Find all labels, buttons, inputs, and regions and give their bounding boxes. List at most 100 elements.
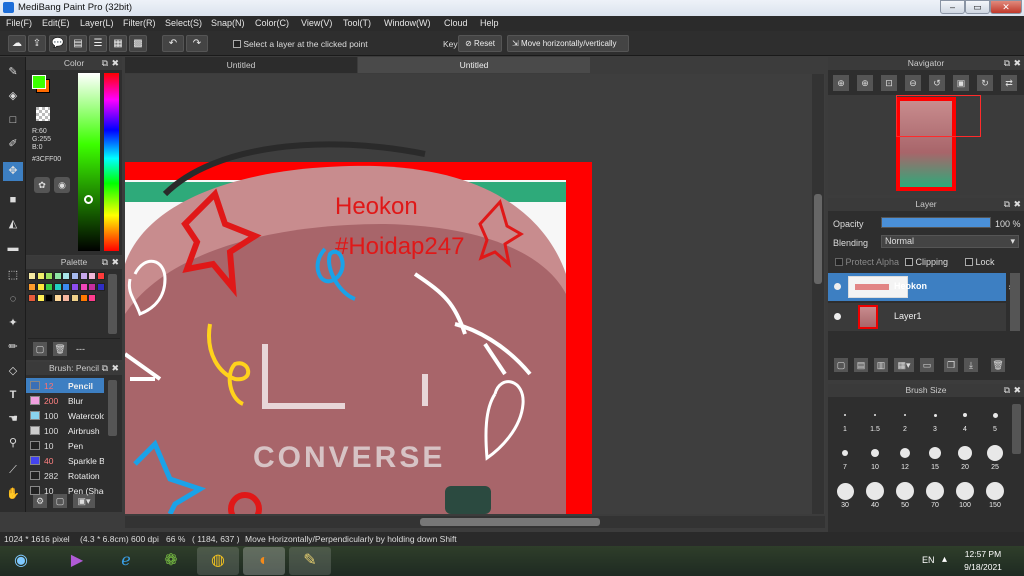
menu-file[interactable]: File(F) — [6, 18, 32, 28]
horizontal-scroll-thumb[interactable] — [420, 518, 600, 526]
brush-size-option[interactable]: 12 — [890, 442, 920, 471]
popout-icon[interactable]: ⧉ — [102, 256, 108, 269]
menu-tool[interactable]: Tool(T) — [343, 18, 371, 28]
palette-swatch[interactable] — [71, 294, 79, 302]
brush-item[interactable]: 12 Pencil — [26, 378, 104, 393]
menu-filter[interactable]: Filter(R) — [123, 18, 156, 28]
popout-icon[interactable]: ⧉ — [102, 362, 108, 375]
text-tool-icon[interactable]: T — [3, 386, 23, 405]
merge-down-icon[interactable]: ⤓ — [964, 358, 978, 372]
transparent-swatch[interactable] — [36, 107, 50, 121]
menu-view[interactable]: View(V) — [301, 18, 332, 28]
document-icon[interactable]: ☰ — [89, 35, 107, 52]
palette-swatch[interactable] — [88, 272, 97, 280]
zoom-in-icon[interactable]: ⊕ — [833, 75, 849, 91]
fullscreen-icon[interactable]: ▣ — [953, 75, 969, 91]
palette-swatch[interactable] — [45, 294, 54, 302]
palette-swatch[interactable] — [45, 283, 54, 291]
select-rect-tool-icon[interactable]: ⬚ — [3, 266, 23, 285]
lasso-tool-icon[interactable]: ◌ — [3, 290, 23, 309]
chrome-icon[interactable]: ◍ — [197, 547, 239, 575]
menu-snap[interactable]: Snap(N) — [211, 18, 245, 28]
new-layer-icon[interactable]: ▢ — [834, 358, 848, 372]
brush-item[interactable]: 10 Pen (Shading) — [26, 483, 104, 498]
palette-swatch[interactable] — [28, 283, 36, 291]
blending-select[interactable]: Normal ▾ — [881, 235, 1019, 248]
brush-size-option[interactable]: 10 — [860, 442, 890, 471]
close-icon[interactable]: ✖ — [1013, 384, 1021, 397]
palette-swatch[interactable] — [53, 294, 62, 302]
cloud-icon[interactable]: ☁ — [8, 35, 26, 52]
brush-item[interactable]: 282 Rotation — [26, 468, 104, 483]
layer-row-layer1[interactable]: Layer1 — [828, 303, 1006, 331]
brush-item[interactable]: 10 Pen — [26, 438, 104, 453]
popout-icon[interactable]: ⧉ — [1004, 198, 1010, 211]
zoom-out-icon[interactable]: ⊖ — [905, 75, 921, 91]
brush-size-option[interactable]: 7 — [830, 442, 860, 471]
pen-tool-icon[interactable]: ✐ — [3, 135, 23, 154]
brush-size-option[interactable]: 1.5 — [860, 404, 890, 433]
rectangle-tool-icon[interactable]: □ — [3, 111, 23, 130]
checkbox-icon[interactable] — [835, 258, 843, 266]
palette-swatch[interactable] — [88, 294, 97, 302]
palette-scrollbar[interactable] — [108, 274, 117, 334]
menu-layer[interactable]: Layer(L) — [80, 18, 114, 28]
navigator-viewport[interactable] — [896, 95, 981, 137]
brush-size-scrollbar[interactable] — [1012, 404, 1021, 454]
layer-scrollbar[interactable] — [1010, 273, 1020, 331]
brush-size-option[interactable]: 3 — [920, 404, 950, 433]
brush-scrollbar[interactable] — [108, 380, 117, 436]
palette-swatch[interactable] — [62, 272, 71, 280]
brush-size-option[interactable]: 5 — [980, 404, 1010, 433]
grid-list-icon[interactable]: ▦ — [109, 35, 127, 52]
brightness-bar[interactable] — [78, 73, 100, 251]
protect-alpha-checkbox[interactable]: Protect Alpha — [835, 257, 899, 267]
trash-icon[interactable]: 🗑 — [53, 342, 67, 356]
menu-window[interactable]: Window(W) — [384, 18, 431, 28]
move-tool-icon[interactable]: ✥ — [3, 162, 23, 181]
opacity-slider[interactable] — [881, 217, 991, 228]
rotate-right-icon[interactable]: ↻ — [977, 75, 993, 91]
comment-icon[interactable]: 💬 — [49, 35, 67, 52]
redo-icon[interactable]: ↷ — [186, 35, 208, 52]
duplicate-icon[interactable]: ❐ — [944, 358, 958, 372]
palette-swatch[interactable] — [28, 272, 36, 280]
hue-bar[interactable] — [104, 73, 119, 251]
paint-icon[interactable]: ✎ — [289, 547, 331, 575]
menu-help[interactable]: Help — [480, 18, 499, 28]
folder-icon[interactable]: ▭ — [920, 358, 934, 372]
palette-more[interactable]: --- — [76, 344, 85, 354]
popout-icon[interactable]: ⧉ — [1004, 57, 1010, 70]
palette-swatch[interactable] — [71, 283, 79, 291]
brush-size-option[interactable]: 25 — [980, 442, 1010, 471]
palette-swatch[interactable] — [53, 283, 62, 291]
brush-item[interactable]: 200 Blur — [26, 393, 104, 408]
vertical-scrollbar[interactable] — [812, 74, 824, 514]
tab-untitled-1[interactable]: Untitled — [125, 57, 357, 73]
palette-icon[interactable]: ✿ — [34, 177, 50, 193]
zoom-in-alt-icon[interactable]: ⊕ — [857, 75, 873, 91]
close-icon[interactable]: ✖ — [111, 362, 119, 375]
brush-size-option[interactable]: 1 — [830, 404, 860, 433]
visibility-icon[interactable] — [834, 313, 841, 320]
bucket-tool-icon[interactable]: ◭ — [3, 215, 23, 234]
internet-explorer-icon[interactable]: ℯ — [105, 547, 147, 575]
close-icon[interactable]: ✖ — [1013, 57, 1021, 70]
menu-color[interactable]: Color(C) — [255, 18, 289, 28]
menu-edit[interactable]: Edit(E) — [42, 18, 70, 28]
palette-swatch[interactable] — [96, 283, 105, 291]
language-indicator[interactable]: EN — [922, 555, 935, 565]
tray-arrow-icon[interactable]: ▴ — [942, 554, 947, 565]
checkbox-icon[interactable] — [233, 40, 241, 48]
brush-item[interactable]: 100 Watercolor — [26, 408, 104, 423]
palette-swatch[interactable] — [79, 272, 88, 280]
color-picker-icon[interactable]: ◉ — [54, 177, 70, 193]
brush-size-option[interactable]: 20 — [950, 442, 980, 471]
canvas-area[interactable]: CONVERSE Heokon #Hoidap247 — [125, 74, 825, 514]
close-window-button[interactable]: ✕ — [990, 0, 1022, 14]
layer-menu-icon[interactable]: ▦▾ — [894, 358, 914, 372]
select-eraser-tool-icon[interactable]: ◇ — [3, 362, 23, 381]
move-direction-button[interactable]: ⇲ Move horizontally/vertically — [507, 35, 629, 52]
brush-tool-icon[interactable]: ✎ — [3, 63, 23, 82]
popout-icon[interactable]: ⧉ — [102, 57, 108, 70]
